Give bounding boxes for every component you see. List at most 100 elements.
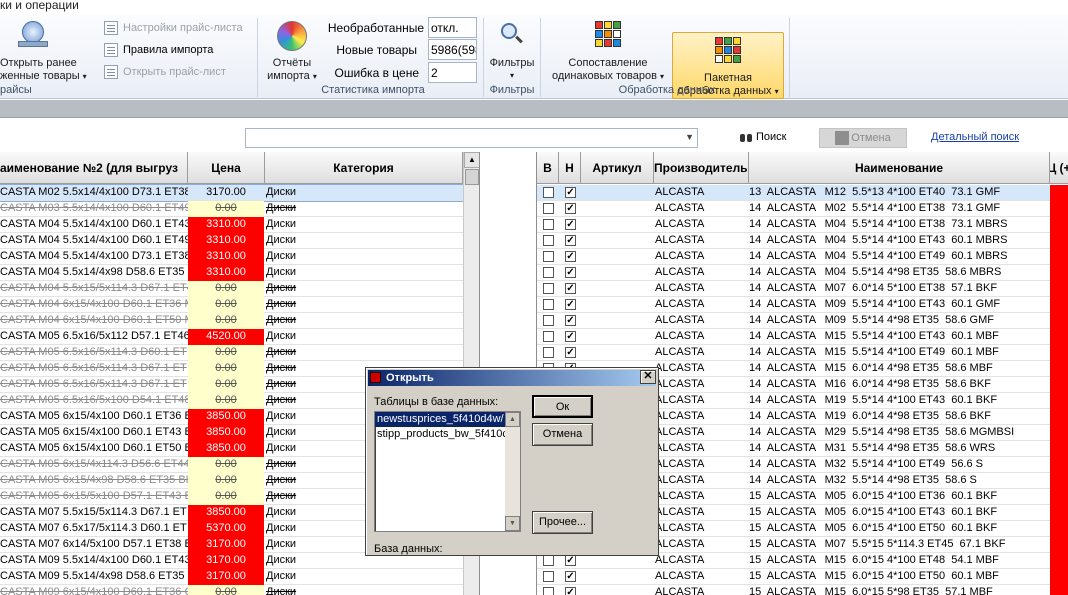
rules-list-icon <box>104 43 118 57</box>
checkbox-b[interactable] <box>543 299 554 310</box>
col-header-name[interactable]: аименование №2 (для выгруз <box>0 152 188 184</box>
checkbox-b[interactable] <box>543 555 554 566</box>
table-row[interactable]: ✓ ALCASTA 13 ALCASTA M12 5.5*13 4*100 ET40… <box>537 185 1068 201</box>
col-header-name[interactable]: Наименование <box>749 152 1050 184</box>
checkbox-b[interactable] <box>543 187 554 198</box>
table-row[interactable]: ✓ ALCASTA 14 ALCASTA M02 5.5*14 4*100 ET38… <box>537 201 1068 217</box>
scroll-up-icon[interactable]: ▲ <box>505 412 520 427</box>
checkbox-b[interactable] <box>543 203 554 214</box>
chevron-down-icon[interactable]: ▼ <box>685 132 694 142</box>
checkbox-b[interactable] <box>543 587 554 595</box>
col-header-article[interactable]: Артикул <box>581 152 654 184</box>
checkbox-b[interactable] <box>543 219 554 230</box>
checkbox-h[interactable]: ✓ <box>565 555 576 566</box>
table-row[interactable]: CASTA M09 5.5x14/4x98 D58.6 ET35 G 3170.0… <box>0 569 463 585</box>
table-row[interactable]: ✓ ALCASTA 14 ALCASTA M04 5.5*14 4*100 ET38… <box>537 217 1068 233</box>
open-price-button[interactable]: Открыть прайс-лист <box>104 62 226 82</box>
col-header-b[interactable]: В <box>537 152 559 184</box>
unprocessed-field[interactable]: откл. <box>428 17 477 38</box>
table-row[interactable]: CASTA M04 5.5x15/5x114.3 D67.1 ET4 0.00 Ди… <box>0 281 463 297</box>
ok-button[interactable]: Ок <box>532 395 593 418</box>
checkbox-h[interactable]: ✓ <box>565 315 576 326</box>
col-header-price[interactable]: Цена <box>188 152 265 184</box>
compare-button[interactable]: Сопоставление одинаковых товаров ▾ <box>545 17 671 83</box>
table-row[interactable]: CASTA M04 5.5x14/4x100 D60.1 ET43 3310.00… <box>0 217 463 233</box>
table-row[interactable]: ✓ ALCASTA 14 ALCASTA M04 5.5*14 4*100 ET43… <box>537 233 1068 249</box>
table-row[interactable]: CASTA M04 5.5x14/4x100 D73.1 ET38 3310.00… <box>0 249 463 265</box>
checkbox-h[interactable]: ✓ <box>565 331 576 342</box>
checkbox-h[interactable]: ✓ <box>565 587 576 595</box>
cell-price <box>1050 185 1068 201</box>
checkbox-h[interactable]: ✓ <box>565 267 576 278</box>
table-row[interactable]: ✓ ALCASTA 15 ALCASTA M15 6.0*15 5*98 ET35 … <box>537 585 1068 595</box>
browse-button[interactable]: Прочее... <box>532 511 593 534</box>
checkbox-b[interactable] <box>543 267 554 278</box>
checkbox-h[interactable]: ✓ <box>565 251 576 262</box>
table-row[interactable]: ✓ ALCASTA 14 ALCASTA M09 5.5*14 4*100 ET43… <box>537 297 1068 313</box>
price-error-field[interactable]: 2 <box>428 62 477 83</box>
col-header-maker[interactable]: Производитель <box>654 152 749 184</box>
checkbox-h[interactable]: ✓ <box>565 219 576 230</box>
table-row[interactable]: ✓ ALCASTA 14 ALCASTA M07 6.0*14 5*100 ET38… <box>537 281 1068 297</box>
close-icon[interactable]: ✕ <box>640 370 656 384</box>
table-row[interactable]: ✓ ALCASTA 14 ALCASTA M15 5.5*14 4*100 ET43… <box>537 329 1068 345</box>
table-row[interactable]: ✓ ALCASTA 14 ALCASTA M04 5.5*14 4*100 ET49… <box>537 249 1068 265</box>
table-row[interactable]: CASTA M04 5.5x14/4x98 D58.6 ET35 M 3310.0… <box>0 265 463 281</box>
col-header-category[interactable]: Категория <box>265 152 463 184</box>
list-item[interactable]: stipp_products_bw_5f410c <box>375 427 506 442</box>
scroll-down-icon[interactable]: ▼ <box>505 516 520 531</box>
group-caption-prices: райсы <box>0 84 32 96</box>
import-rules-button[interactable]: Правила импорта <box>104 40 213 60</box>
checkbox-b[interactable] <box>543 571 554 582</box>
cell-name: CASTA M04 5.5x14/4x98 D58.6 ET35 M <box>0 266 188 278</box>
tables-listbox[interactable]: newstusprices_5f410d4w/… stipp_products_… <box>374 411 521 532</box>
checkbox-h[interactable]: ✓ <box>565 283 576 294</box>
cancel-search-button[interactable]: Отмена <box>819 128 907 148</box>
checkbox-h[interactable]: ✓ <box>565 571 576 582</box>
checkbox-b[interactable] <box>543 315 554 326</box>
col-header-price[interactable]: Ц (+ <box>1050 152 1068 184</box>
price-settings-button[interactable]: Настройки прайс-листа <box>104 18 243 38</box>
checkbox-h[interactable]: ✓ <box>565 203 576 214</box>
table-row[interactable]: CASTA M04 6x15/4x100 D60.1 ET50 MI 0.00 Ди… <box>0 313 463 329</box>
checkbox-b[interactable] <box>543 251 554 262</box>
new-goods-field[interactable]: 5986(598 <box>428 39 477 60</box>
reports-button[interactable]: Отчёты импорта ▾ <box>262 17 322 83</box>
checkbox-b[interactable] <box>543 283 554 294</box>
checkbox-b[interactable] <box>543 331 554 342</box>
cell-price: 4520.00 <box>188 329 264 345</box>
cell-price <box>1050 377 1068 393</box>
table-row[interactable]: CASTA M03 5.5x14/4x100 D60.1 ET49 0.00 Дис… <box>0 201 463 217</box>
scroll-up-icon[interactable]: ▲ <box>464 152 479 168</box>
scroll-thumb[interactable] <box>465 169 479 185</box>
checkbox-h[interactable]: ✓ <box>565 299 576 310</box>
table-row[interactable]: CASTA M02 5.5x14/4x100 D73.1 ET38 3170.00… <box>0 184 464 202</box>
table-row[interactable]: CASTA M09 6x15/4x100 D60.1 ET36 G 0.00 Дис… <box>0 585 463 595</box>
cell-name: 14 ALCASTA M19 6.0*14 4*98 ET35 58.6 BKF <box>749 410 991 422</box>
cell-price: 3310.00 <box>188 217 264 233</box>
table-row[interactable]: CASTA M05 6.5x16/5x112 D57.1 ET46 4520.00… <box>0 329 463 345</box>
table-row[interactable]: ✓ ALCASTA 14 ALCASTA M04 5.5*14 4*98 ET35 … <box>537 265 1068 281</box>
filters-button[interactable]: Фильтры ▾ <box>485 17 539 83</box>
table-row[interactable]: ✓ ALCASTA 15 ALCASTA M15 6.0*15 4*100 ET50… <box>537 569 1068 585</box>
list-item[interactable]: newstusprices_5f410d4w/… <box>375 412 507 428</box>
advanced-search-link[interactable]: Детальный поиск <box>931 131 1019 143</box>
table-row[interactable]: CASTA M04 5.5x14/4x100 D60.1 ET49 3310.00… <box>0 233 463 249</box>
search-button[interactable]: Поиск <box>740 131 786 143</box>
table-row[interactable]: CASTA M04 6x15/4x100 D60.1 ET36 MI 0.00 Ди… <box>0 297 463 313</box>
col-header-h[interactable]: Н <box>559 152 581 184</box>
table-row[interactable]: ✓ ALCASTA 14 ALCASTA M09 5.5*14 4*98 ET35 … <box>537 313 1068 329</box>
import-previous-button[interactable]: Открыть ранее женные товары ▾ <box>0 17 96 83</box>
checkbox-h[interactable]: ✓ <box>565 187 576 198</box>
checkbox-h[interactable]: ✓ <box>565 347 576 358</box>
checkbox-b[interactable] <box>543 235 554 246</box>
cell-name: 14 ALCASTA M04 5.5*14 4*100 ET38 73.1 MB… <box>749 218 1008 230</box>
checkbox-b[interactable] <box>543 347 554 358</box>
table-row[interactable]: CASTA M05 6.5x16/5x114.3 D60.1 ET 0.00 Дис… <box>0 345 463 361</box>
table-row[interactable]: ✓ ALCASTA 14 ALCASTA M15 5.5*14 4*100 ET49… <box>537 345 1068 361</box>
cell-name: 15 ALCASTA M15 6.0*15 5*98 ET35 57.1 MBF <box>749 586 993 595</box>
search-combo[interactable]: ▼ <box>245 128 698 148</box>
checkbox-h[interactable]: ✓ <box>565 235 576 246</box>
list-scrollbar[interactable]: ▲ ▼ <box>505 412 520 531</box>
cancel-button[interactable]: Отмена <box>532 423 593 446</box>
